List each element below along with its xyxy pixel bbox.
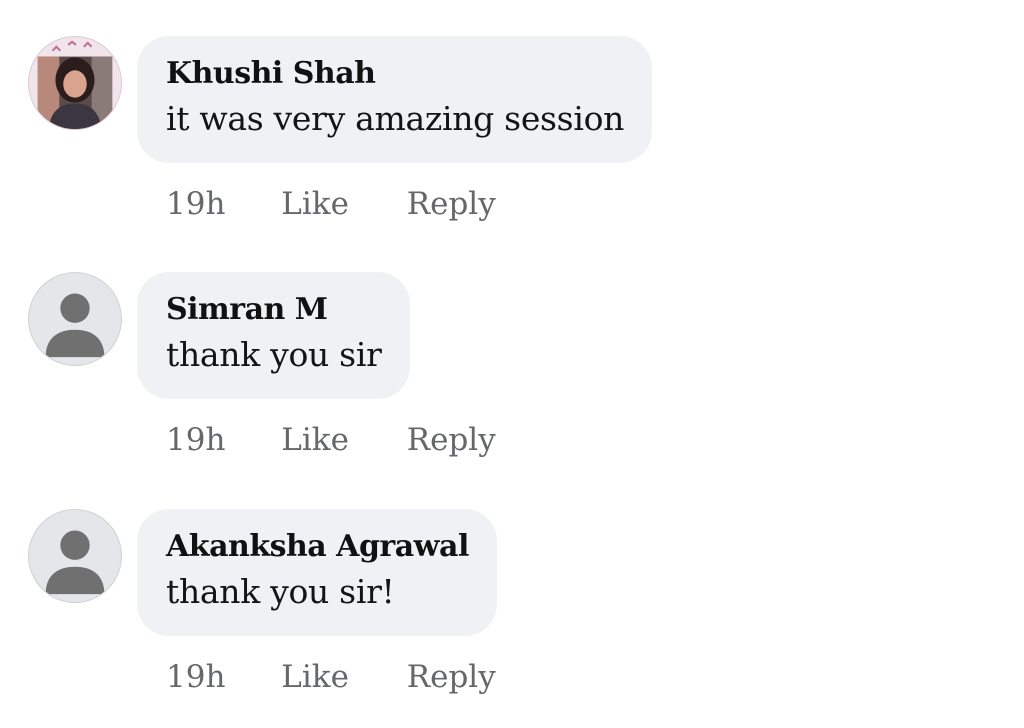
comment-text: thank you sir!: [166, 572, 395, 611]
like-button[interactable]: Like: [281, 418, 349, 462]
comment-bubble: Simran M thank you sir: [137, 272, 410, 399]
avatar[interactable]: [28, 36, 122, 130]
comment-author[interactable]: Simran M: [166, 290, 382, 330]
reply-button[interactable]: Reply: [407, 182, 496, 226]
like-button[interactable]: Like: [281, 655, 349, 699]
reply-button[interactable]: Reply: [407, 418, 496, 462]
profile-photo-icon: [29, 37, 121, 129]
comment-author[interactable]: Akanksha Agrawal: [166, 527, 469, 567]
default-avatar-icon: [45, 530, 105, 595]
comment-actions: 19h Like Reply: [166, 418, 496, 462]
like-button[interactable]: Like: [281, 182, 349, 226]
comment-text: thank you sir: [166, 335, 382, 374]
comment-text: it was very amazing session: [166, 99, 625, 138]
comment-author[interactable]: Khushi Shah: [166, 54, 624, 94]
avatar[interactable]: [28, 272, 122, 366]
comment-timestamp[interactable]: 19h: [166, 418, 225, 462]
comment-timestamp[interactable]: 19h: [166, 655, 225, 699]
comment-actions: 19h Like Reply: [166, 655, 496, 699]
reply-button[interactable]: Reply: [407, 655, 496, 699]
avatar[interactable]: [28, 509, 122, 603]
default-avatar-icon: [45, 293, 105, 358]
comment-bubble: Khushi Shah it was very amazing session: [137, 36, 653, 163]
comment-timestamp[interactable]: 19h: [166, 182, 225, 226]
comment-actions: 19h Like Reply: [166, 182, 496, 226]
comment-bubble: Akanksha Agrawal thank you sir!: [137, 509, 497, 636]
